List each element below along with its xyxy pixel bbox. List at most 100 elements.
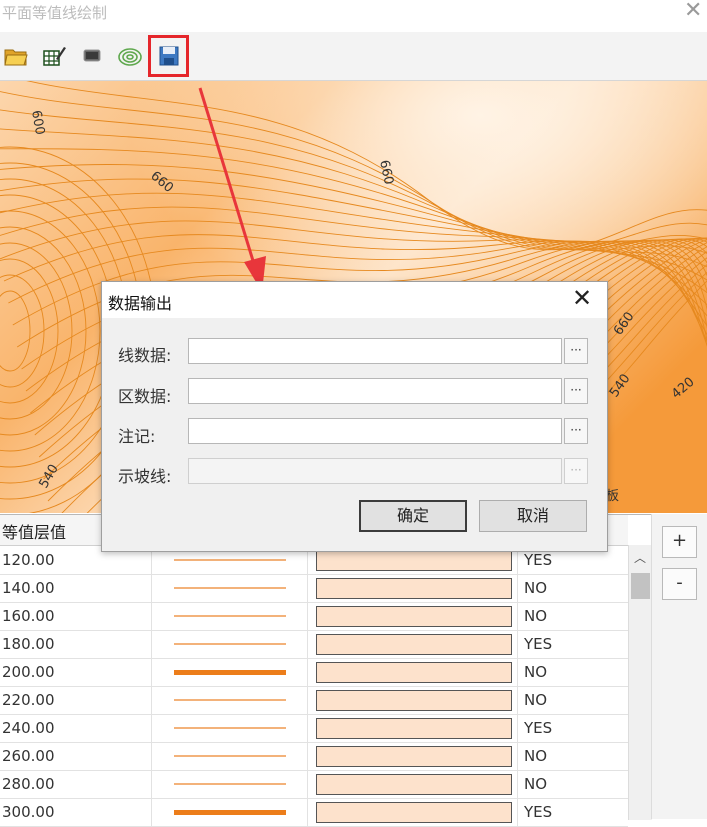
line-style-sample[interactable]	[174, 783, 286, 785]
level-value-cell: 220.00	[2, 691, 55, 709]
line-style-sample[interactable]	[174, 587, 286, 589]
level-value-cell: 240.00	[2, 719, 55, 737]
fill-color-sample[interactable]	[316, 774, 512, 795]
add-level-button[interactable]: +	[662, 526, 697, 558]
column-divider	[517, 798, 518, 826]
line-style-sample[interactable]	[174, 810, 286, 815]
label-flag-cell[interactable]: NO	[524, 686, 547, 714]
contour-level-table: 等值层值 120.00 YES 140.00 NO 160.00 NO 180.00 YES 2…	[0, 514, 652, 827]
line-style-sample[interactable]	[174, 755, 286, 757]
fill-color-sample[interactable]	[316, 634, 512, 655]
window-close-icon[interactable]: ✕	[684, 0, 702, 23]
fill-color-sample[interactable]	[316, 746, 512, 767]
table-row[interactable]: 280.00 NO	[0, 770, 628, 799]
fill-color-sample[interactable]	[316, 606, 512, 627]
table-row[interactable]: 140.00 NO	[0, 574, 628, 603]
dialog-close-icon[interactable]: ✕	[572, 284, 592, 312]
annotation-browse-button[interactable]: ···	[564, 418, 588, 444]
table-row[interactable]: 300.00 YES	[0, 798, 628, 827]
column-divider	[517, 658, 518, 686]
line-style-sample[interactable]	[174, 670, 286, 675]
monitor-icon[interactable]	[78, 42, 106, 70]
label-flag-cell[interactable]: YES	[524, 714, 552, 742]
dialog-titlebar: 数据输出 ✕	[102, 282, 607, 318]
line-data-input[interactable]	[188, 338, 562, 364]
area-data-browse-button[interactable]: ···	[564, 378, 588, 404]
column-divider	[517, 742, 518, 770]
line-style-sample[interactable]	[174, 643, 286, 645]
remove-level-button[interactable]: -	[662, 568, 697, 600]
level-value-cell: 280.00	[2, 775, 55, 793]
label-flag-cell[interactable]: NO	[524, 658, 547, 686]
table-row[interactable]: 240.00 YES	[0, 714, 628, 743]
table-row[interactable]: 160.00 NO	[0, 602, 628, 631]
column-divider	[151, 658, 152, 686]
scrollbar-thumb[interactable]	[631, 573, 650, 599]
column-divider	[151, 630, 152, 658]
column-divider	[307, 574, 308, 602]
column-divider	[307, 714, 308, 742]
line-style-sample[interactable]	[174, 615, 286, 617]
area-data-input[interactable]	[188, 378, 562, 404]
table-scrollbar[interactable]: ︿	[628, 545, 652, 820]
label-flag-cell[interactable]: NO	[524, 742, 547, 770]
grid-edit-icon[interactable]	[40, 42, 68, 70]
column-divider	[307, 630, 308, 658]
fill-color-sample[interactable]	[316, 802, 512, 823]
column-divider	[307, 658, 308, 686]
column-divider	[151, 798, 152, 826]
column-divider	[517, 770, 518, 798]
column-divider	[151, 602, 152, 630]
level-value-cell: 260.00	[2, 747, 55, 765]
fill-color-sample[interactable]	[316, 578, 512, 599]
label-flag-cell[interactable]: YES	[524, 630, 552, 658]
toolbar	[0, 32, 707, 81]
fill-color-sample[interactable]	[316, 690, 512, 711]
window-title: 平面等值线绘制	[2, 4, 108, 22]
window-titlebar: 平面等值线绘制 ✕	[0, 0, 707, 32]
line-data-label: 线数据:	[118, 346, 172, 365]
label-flag-cell[interactable]: YES	[524, 798, 552, 826]
table-row[interactable]: 220.00 NO	[0, 686, 628, 715]
cancel-button[interactable]: 取消	[479, 500, 587, 532]
line-data-browse-button[interactable]: ···	[564, 338, 588, 364]
level-value-cell: 140.00	[2, 579, 55, 597]
line-style-sample[interactable]	[174, 559, 286, 561]
line-style-sample[interactable]	[174, 727, 286, 729]
annotation-label: 注记:	[118, 427, 156, 446]
table-row[interactable]: 260.00 NO	[0, 742, 628, 771]
area-data-label: 区数据:	[118, 387, 172, 406]
column-divider	[151, 742, 152, 770]
slope-line-browse-button[interactable]: ···	[564, 458, 588, 484]
side-panel: + -	[651, 514, 707, 819]
label-flag-cell[interactable]: NO	[524, 602, 547, 630]
column-divider	[517, 686, 518, 714]
column-divider	[517, 602, 518, 630]
data-output-dialog: 数据输出 ✕ 线数据: ··· 区数据: ··· 注记: ··· 示坡线: ··…	[101, 281, 608, 552]
level-value-cell: 120.00	[2, 551, 55, 569]
label-flag-cell[interactable]: NO	[524, 770, 547, 798]
save-icon[interactable]	[148, 35, 189, 77]
ok-button[interactable]: 确定	[359, 500, 467, 532]
level-value-cell: 300.00	[2, 803, 55, 821]
line-style-sample[interactable]	[174, 699, 286, 701]
contour-icon[interactable]	[116, 42, 144, 70]
level-value-cell: 180.00	[2, 635, 55, 653]
fill-color-sample[interactable]	[316, 550, 512, 571]
fill-color-sample[interactable]	[316, 662, 512, 683]
label-flag-cell[interactable]: NO	[524, 574, 547, 602]
column-divider	[307, 742, 308, 770]
table-row[interactable]: 180.00 YES	[0, 630, 628, 659]
scroll-up-icon[interactable]: ︿	[634, 549, 646, 566]
open-folder-icon[interactable]	[2, 42, 30, 70]
slope-line-input[interactable]	[188, 458, 562, 484]
fill-color-sample[interactable]	[316, 718, 512, 739]
column-divider	[151, 574, 152, 602]
table-row[interactable]: 200.00 NO	[0, 658, 628, 687]
column-divider	[517, 630, 518, 658]
column-divider	[307, 686, 308, 714]
annotation-input[interactable]	[188, 418, 562, 444]
dialog-title: 数据输出	[108, 294, 173, 313]
column-divider	[307, 770, 308, 798]
column-divider	[517, 714, 518, 742]
